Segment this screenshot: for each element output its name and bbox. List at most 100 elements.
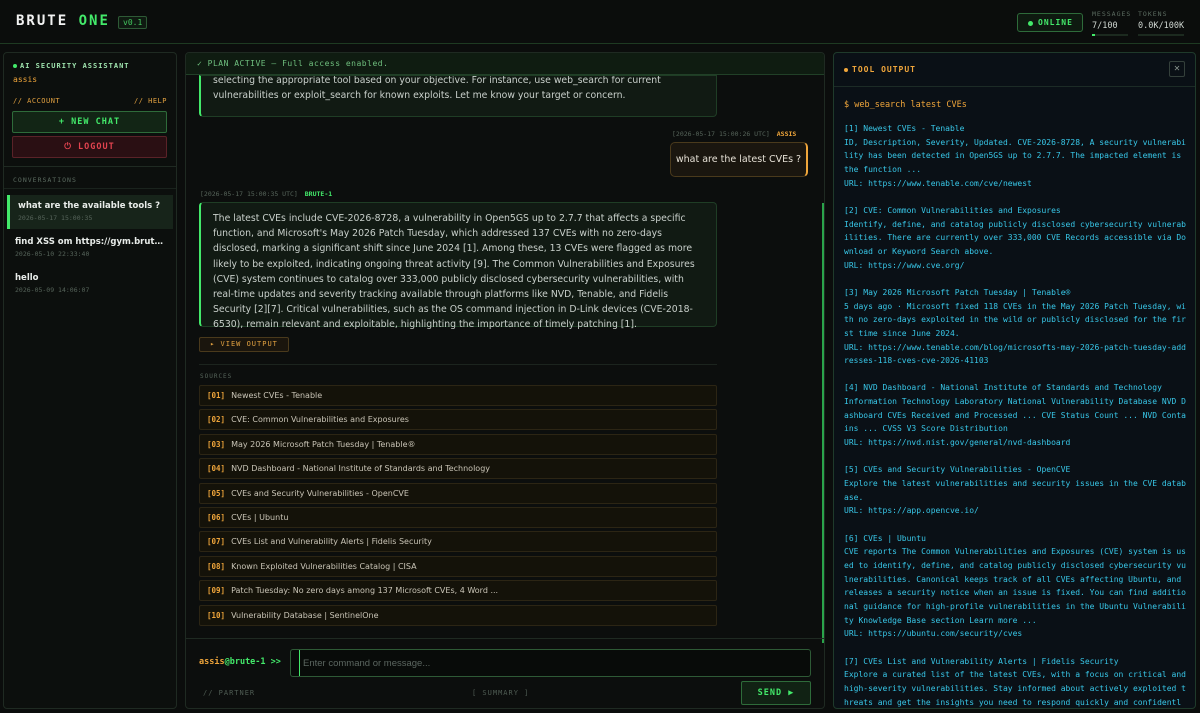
version-badge: v0.1 xyxy=(118,16,148,29)
indicator-dot-icon xyxy=(844,67,848,72)
source-title: NVD Dashboard - National Institute of St… xyxy=(231,464,491,474)
conversation-date: 2026-05-09 14:06:07 xyxy=(15,286,90,294)
source-item[interactable]: [08] Known Exploited Vulnerabilities Cata… xyxy=(199,555,717,577)
source-item[interactable]: [06] CVEs | Ubuntu xyxy=(199,507,717,528)
source-title: Vulnerability Database | SentinelOne xyxy=(231,610,379,620)
brand-main: BRUTE xyxy=(16,13,69,29)
conversation-title: find XSS om https://gym.brutelogic.net.b… xyxy=(15,237,165,247)
command-input-wrapper xyxy=(290,649,811,677)
source-item[interactable]: [04] NVD Dashboard - National Institute o… xyxy=(199,458,717,480)
logout-button[interactable]: ⏻ LOGOUT xyxy=(12,136,167,158)
source-number: [08] xyxy=(207,561,226,571)
conversation-item[interactable]: find XSS om https://gym.brutelogic.net.b… xyxy=(7,231,173,265)
assistant-message-author: BRUTE-1 xyxy=(304,190,333,198)
tool-command: $ web_search latest CVEs xyxy=(844,100,967,110)
tokens-label: TOKENS xyxy=(1138,10,1168,18)
brand-accent: ONE xyxy=(78,13,110,29)
sidebar-title-text: AI SECURITY ASSISTANT xyxy=(20,62,130,70)
source-number: [01] xyxy=(207,391,226,400)
summary-link[interactable]: [ SUMMARY ] xyxy=(472,689,529,697)
source-number: [06] xyxy=(207,513,226,522)
command-input[interactable] xyxy=(299,650,799,676)
command-prompt: assis@brute-1 >> xyxy=(199,657,281,667)
source-title: CVE: Common Vulnerabilities and Exposure… xyxy=(231,415,409,425)
prompt-arrow: >> xyxy=(270,657,281,667)
source-item[interactable]: [05] CVEs and Security Vulnerabilities - … xyxy=(199,482,717,504)
source-number: [03] xyxy=(207,439,226,449)
prompt-host: @brute-1 xyxy=(224,657,266,667)
assistant-message-time: [2026-05-17 15:00:35 UTC] xyxy=(200,190,298,198)
source-title: Patch Tuesday: No zero days among 137 Mi… xyxy=(231,586,499,596)
online-dot-icon xyxy=(1028,21,1033,26)
source-number: [10] xyxy=(207,610,226,620)
new-chat-button[interactable]: + NEW CHAT xyxy=(12,111,167,133)
user-message: what are the latest CVEs ? xyxy=(670,142,808,177)
source-number: [07] xyxy=(207,537,226,547)
status-badge: ONLINE xyxy=(1017,13,1083,32)
user-message-time: [2026-05-17 15:00:26 UTC] xyxy=(672,130,770,138)
prompt-user: assis xyxy=(199,657,225,667)
assistant-message: The latest CVEs include CVE-2026-8728, a… xyxy=(199,202,717,330)
source-number: [04] xyxy=(207,464,226,474)
scrollbar[interactable] xyxy=(822,203,824,643)
tokens-stat: TOKENS 0.0K/100K xyxy=(1138,10,1184,36)
conversation-date: 2026-05-10 22:33:40 xyxy=(15,250,90,258)
sidebar: AI SECURITY ASSISTANT assis // ACCOUNT /… xyxy=(3,52,177,709)
source-number: [02] xyxy=(207,415,226,425)
assistant-message-meta: [2026-05-17 15:00:35 UTC] BRUTE-1 xyxy=(200,190,332,198)
messages-value: 7/100 xyxy=(1092,21,1118,31)
source-item[interactable]: [07] CVEs List and Vulnerability Alerts |… xyxy=(199,531,717,553)
source-title: May 2026 Microsoft Patch Tuesday | Tenab… xyxy=(231,439,416,449)
username: assis xyxy=(13,75,38,84)
source-title: Known Exploited Vulnerabilities Catalog … xyxy=(231,561,417,571)
divider xyxy=(199,364,717,365)
conversation-item[interactable]: hello 2026-05-09 14:06:07 xyxy=(7,267,173,301)
conversation-item[interactable]: what are the available tools ? 2026-05-1… xyxy=(7,195,173,229)
help-link[interactable]: // HELP xyxy=(134,97,167,105)
send-button[interactable]: SEND ▶ xyxy=(741,681,811,705)
tokens-value: 0.0K/100K xyxy=(1138,21,1185,31)
brand-logo: BRUTE ONE xyxy=(16,13,110,29)
status-text: ONLINE xyxy=(1038,18,1073,27)
source-title: CVEs | Ubuntu xyxy=(231,513,289,522)
tool-output-body: [1] Newest CVEs - Tenable ID, Descriptio… xyxy=(844,124,1186,707)
messages-usage-bar xyxy=(1092,34,1128,36)
view-output-button[interactable]: ▸ VIEW OUTPUT xyxy=(199,337,289,352)
divider xyxy=(186,638,824,639)
chat-panel: selecting the appropriate tool based on … xyxy=(185,52,825,709)
tool-output-panel: TOOL OUTPUT ✕ $ web_search latest CVEs [… xyxy=(833,52,1196,709)
partner-link[interactable]: // PARTNER xyxy=(203,689,255,697)
user-message-meta: [2026-05-17 15:00:26 UTC] ASSIS xyxy=(672,130,796,138)
source-title: CVEs and Security Vulnerabilities - Open… xyxy=(231,488,409,498)
source-number: [09] xyxy=(207,586,226,596)
tokens-usage-bar xyxy=(1138,34,1184,36)
sidebar-title: AI SECURITY ASSISTANT xyxy=(13,62,130,70)
tool-output-title: TOOL OUTPUT xyxy=(844,65,916,74)
assistant-message-text: selecting the appropriate tool based on … xyxy=(213,75,661,101)
source-title: Newest CVEs - Tenable xyxy=(231,391,323,400)
source-item[interactable]: [10] Vulnerability Database | SentinelOne xyxy=(199,604,717,626)
close-icon[interactable]: ✕ xyxy=(1169,61,1185,77)
assistant-message-text: The latest CVEs include CVE-2026-8728, a… xyxy=(213,213,695,331)
assistant-message-previous: selecting the appropriate tool based on … xyxy=(199,75,717,117)
sources-heading: SOURCES xyxy=(200,373,233,380)
tool-output-header: TOOL OUTPUT ✕ xyxy=(834,53,1195,87)
conversations-heading: CONVERSATIONS xyxy=(13,176,77,184)
source-item[interactable]: [02] CVE: Common Vulnerabilities and Expo… xyxy=(199,409,717,431)
source-item[interactable]: [03] May 2026 Microsoft Patch Tuesday | T… xyxy=(199,433,717,455)
plan-banner: ✓ PLAN ACTIVE — Full access enabled. xyxy=(186,53,824,75)
divider xyxy=(4,188,176,189)
messages-usage-fill xyxy=(1092,34,1095,36)
source-item[interactable]: [09] Patch Tuesday: No zero days among 13… xyxy=(199,580,717,602)
messages-label: MESSAGES xyxy=(1092,10,1132,18)
divider xyxy=(4,166,176,167)
conversation-title: what are the available tools ? xyxy=(18,201,161,211)
status-dot-icon xyxy=(13,64,17,68)
source-title: CVEs List and Vulnerability Alerts | Fid… xyxy=(231,537,432,547)
source-item[interactable]: [01] Newest CVEs - Tenable xyxy=(199,385,717,406)
tool-output-title-text: TOOL OUTPUT xyxy=(852,65,916,74)
user-message-author: ASSIS xyxy=(776,130,797,138)
account-link[interactable]: // ACCOUNT xyxy=(13,97,60,105)
source-number: [05] xyxy=(207,488,226,498)
messages-stat: MESSAGES 7/100 xyxy=(1092,10,1132,36)
